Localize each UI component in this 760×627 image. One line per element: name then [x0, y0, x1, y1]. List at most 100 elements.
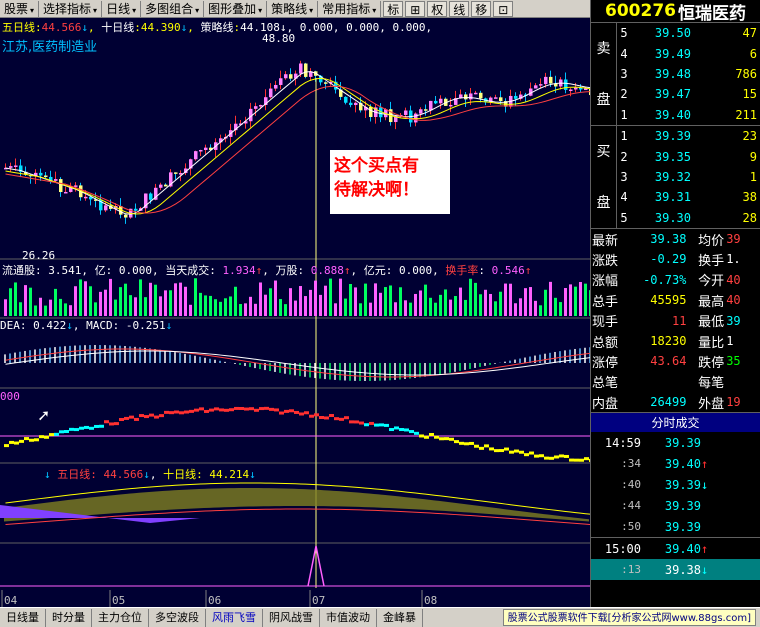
- volume-bar: [24, 285, 27, 316]
- candle-body: [449, 104, 453, 107]
- volume-bar: [269, 288, 272, 316]
- candle-body: [159, 184, 163, 188]
- candle-body: [274, 84, 278, 89]
- candle-body: [259, 105, 263, 107]
- osc-block: [534, 454, 539, 458]
- volume-bar: [549, 281, 552, 316]
- stat-value-2: 39: [726, 313, 741, 328]
- candle-body: [54, 179, 58, 181]
- candle-body: [104, 205, 108, 211]
- osc-block: [519, 450, 524, 454]
- toolbar-item-6[interactable]: 常用指标 ▾: [318, 0, 382, 17]
- kline-chart-svg[interactable]: 04 05 06 07 08: [0, 18, 590, 607]
- quote-stats: 最新 39.38 均价 39 涨跌 -0.29 换手 1. 涨幅 -0.73% 今开 40 总手 4559…: [591, 227, 760, 413]
- buy-level: 4: [620, 190, 628, 205]
- osc-block: [329, 414, 334, 418]
- indicator-tab-3[interactable]: 多空波段: [149, 608, 206, 627]
- toolbar-item-4[interactable]: 图形叠加 ▾: [204, 0, 268, 17]
- toolbar-item-2[interactable]: 日线 ▾: [102, 0, 142, 17]
- indicator-tab-5[interactable]: 阴风战雪: [263, 608, 320, 627]
- volume-bar: [309, 289, 312, 316]
- indicator-tab-2[interactable]: 主力仓位: [92, 608, 149, 627]
- osc-block: [129, 415, 134, 419]
- candle-body: [434, 100, 438, 104]
- indicator-tab-4[interactable]: 风雨飞雪: [206, 608, 263, 627]
- volume-bar: [274, 280, 277, 316]
- volume-bar: [259, 282, 262, 316]
- osc-block: [384, 423, 389, 427]
- candle-body: [254, 106, 258, 109]
- candle-body: [124, 214, 128, 218]
- toolbar-square-button-5[interactable]: ⊡: [493, 0, 514, 17]
- osc-block: [344, 416, 349, 420]
- osc-block: [444, 437, 449, 441]
- osc-block: [524, 453, 529, 457]
- toolbar-square-button-0[interactable]: 标: [383, 0, 404, 17]
- indicator-tab-7[interactable]: 金峰暴: [377, 608, 423, 627]
- sell-book: 卖 盘 5 39.50 47 4 39.49 6 3 39.48 786 2 39.47 15 1 39.…: [591, 22, 760, 125]
- osc-block: [539, 454, 544, 458]
- candle-body: [289, 74, 293, 79]
- osc-block: [79, 426, 84, 430]
- volume-bar: [379, 292, 382, 316]
- tick-row[interactable]: 14:59 39.39: [591, 432, 760, 453]
- sell-level: 4: [620, 46, 628, 61]
- tick-list[interactable]: 14:59 39.39:34 39.40 ↑:40 39.39 ↓:44 39.39:50 3…: [591, 432, 760, 581]
- tick-row[interactable]: :13 39.38 ↓: [591, 559, 760, 581]
- indicator-tab-0[interactable]: 日线量: [0, 608, 46, 627]
- osc-block: [144, 415, 149, 419]
- volume-bar: [434, 302, 437, 316]
- osc-block: [499, 449, 504, 453]
- sell-price: 39.48: [654, 66, 691, 81]
- toolbar-square-button-1[interactable]: ⊞: [405, 0, 426, 17]
- dea-value: 0.422: [33, 319, 67, 332]
- buy-volume: 9: [749, 149, 757, 164]
- osc-block: [299, 412, 304, 416]
- volume-bar: [104, 289, 107, 316]
- toolbar-item-3[interactable]: 多图组合 ▾: [141, 0, 205, 17]
- buy-label-1: 买: [596, 144, 611, 161]
- stat-key: 总笔: [592, 376, 619, 392]
- tick-row[interactable]: :40 39.39 ↓: [591, 474, 760, 495]
- osc-block: [254, 408, 259, 412]
- volume-bar: [39, 297, 42, 316]
- tick-time: :40: [621, 478, 641, 492]
- toolbar-square-button-3[interactable]: 线: [449, 0, 470, 17]
- dropdown-arrow-icon: ▾: [93, 5, 98, 15]
- indicator-tab-1[interactable]: 时分量: [46, 608, 92, 627]
- ma10-name: 十日线: [101, 21, 135, 34]
- buy-price: 39.31: [654, 190, 691, 205]
- dropdown-arrow-icon: ▾: [258, 5, 263, 15]
- stat-key-2: 均价: [698, 233, 725, 249]
- indicator-tab-6[interactable]: 市值波动: [320, 608, 377, 627]
- chart-area[interactable]: 04 05 06 07 08 五日线:44.566↓, 十日线:44.390↓, 策略线…: [0, 18, 590, 607]
- tick-row[interactable]: 15:00 39.40 ↑: [591, 538, 760, 559]
- toolbar-item-label: 图形叠加: [208, 1, 257, 16]
- sell-side-label: 卖 盘: [591, 23, 617, 125]
- candle-body: [494, 97, 498, 99]
- tick-time: :34: [621, 457, 641, 471]
- ad-banner[interactable]: 股票公式股票软件下载[分析家公式网www.88gs.com]: [502, 609, 756, 626]
- tick-row[interactable]: :34 39.40 ↑: [591, 453, 760, 474]
- volume-bar: [9, 288, 12, 316]
- osc-block: [574, 458, 579, 462]
- toolbar-square-button-2[interactable]: 权: [427, 0, 448, 17]
- tick-row[interactable]: :44 39.39: [591, 495, 760, 516]
- volume-bar: [229, 296, 232, 316]
- tick-row[interactable]: :50 39.39: [591, 516, 760, 537]
- candle-body: [74, 185, 78, 187]
- toolbar-item-5[interactable]: 策略线 ▾: [267, 0, 319, 17]
- stat-value: 26499: [650, 395, 687, 410]
- sell-volume: 47: [742, 26, 757, 41]
- buy-price: 39.35: [654, 149, 691, 164]
- macd-value: -0.251: [125, 319, 166, 332]
- volume-bar: [349, 283, 352, 316]
- tick-time: 15:00: [604, 541, 641, 556]
- candle-body: [194, 151, 198, 160]
- toolbar-square-button-4[interactable]: 移: [471, 0, 492, 17]
- toolbar-item-label: 日线: [106, 1, 131, 16]
- toolbar-item-0[interactable]: 股票 ▾: [0, 0, 40, 17]
- candle-body: [429, 100, 433, 111]
- toolbar-item-1[interactable]: 选择指标 ▾: [39, 0, 103, 17]
- turnover-value: 0.546: [491, 264, 525, 277]
